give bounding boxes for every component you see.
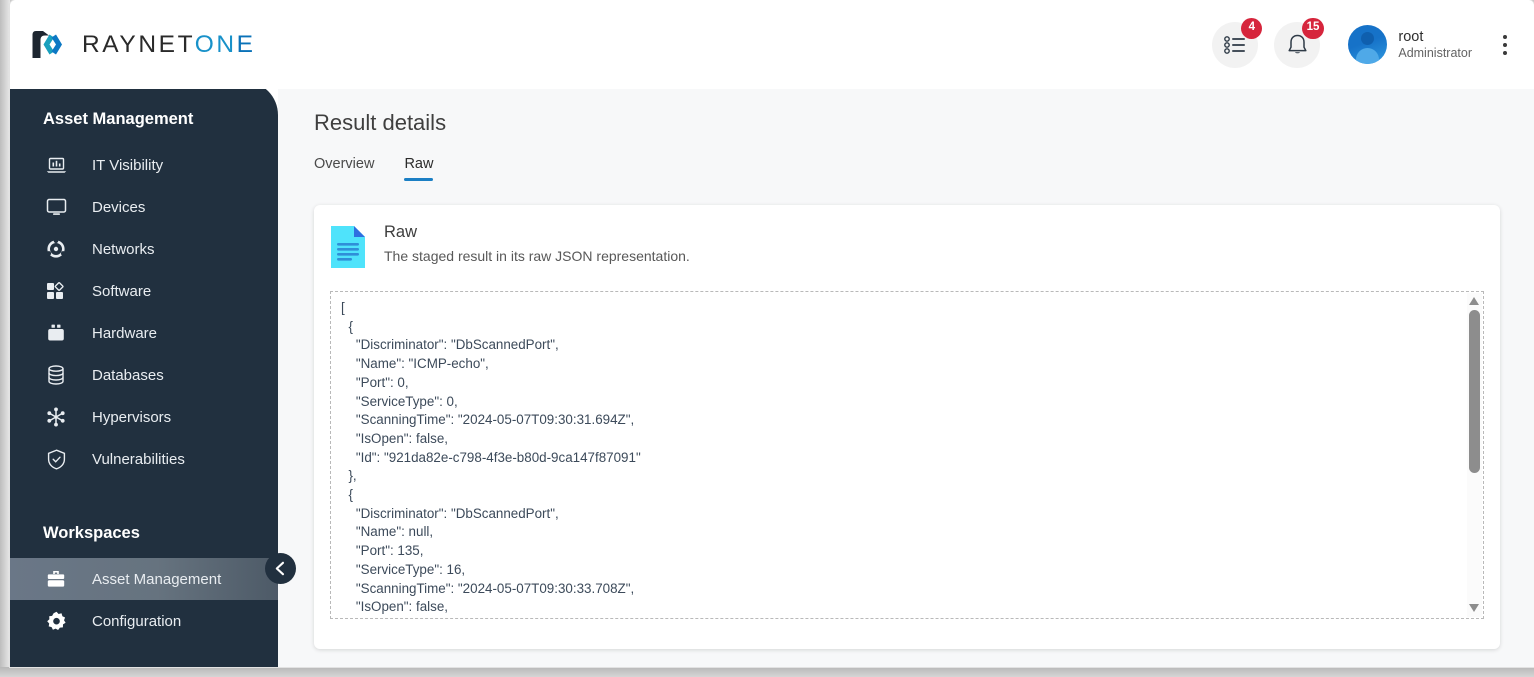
brand-name-part3: E bbox=[236, 30, 256, 58]
network-nodes-icon bbox=[45, 238, 67, 260]
sidebar-item-label: Hardware bbox=[92, 324, 158, 342]
detail-tabs: Overview Raw bbox=[314, 156, 1534, 181]
card-header: Raw The staged result in its raw JSON re… bbox=[314, 205, 1500, 269]
user-avatar-icon bbox=[1348, 25, 1388, 64]
brand-logo[interactable]: RAYNETONE bbox=[32, 29, 256, 60]
squares-diamond-icon bbox=[45, 280, 67, 302]
sidebar-item-label: Software bbox=[92, 282, 152, 300]
app-window: RAYNETONE 4 15 root Administrator Asset … bbox=[10, 0, 1534, 667]
toolbox-icon bbox=[45, 322, 67, 344]
sidebar-item-networks[interactable]: Networks bbox=[10, 228, 278, 270]
raw-json-viewer[interactable]: [ { "Discriminator": "DbScannedPort", "N… bbox=[330, 291, 1484, 619]
sidebar-item-configuration[interactable]: Configuration bbox=[10, 600, 278, 642]
scrollbar-thumb[interactable] bbox=[1469, 310, 1480, 473]
sidebar-section-asset-management: Asset Management bbox=[43, 109, 194, 128]
sidebar-item-label: Asset Management bbox=[92, 570, 222, 588]
shield-check-icon bbox=[45, 448, 67, 470]
sidebar-item-label: Hypervisors bbox=[92, 408, 172, 426]
sidebar-item-label: Configuration bbox=[92, 612, 182, 630]
gear-icon bbox=[45, 610, 67, 632]
user-menu[interactable]: root Administrator bbox=[1348, 25, 1472, 64]
sidebar-item-vulnerabilities[interactable]: Vulnerabilities bbox=[10, 438, 278, 480]
kebab-dot bbox=[1503, 42, 1507, 47]
sidebar-item-devices[interactable]: Devices bbox=[10, 186, 278, 228]
raw-json-content: [ { "Discriminator": "DbScannedPort", "N… bbox=[341, 300, 641, 618]
user-info: root Administrator bbox=[1398, 28, 1472, 62]
main-content: Result details Overview Raw Raw The stag… bbox=[278, 81, 1534, 667]
card-header-text: Raw The staged result in its raw JSON re… bbox=[384, 223, 690, 264]
monitor-icon bbox=[45, 196, 67, 218]
tab-overview[interactable]: Overview bbox=[314, 156, 374, 181]
sidebar-item-label: Devices bbox=[92, 198, 146, 216]
sidebar-item-label: Vulnerabilities bbox=[92, 450, 185, 468]
sidebar-item-it-visibility[interactable]: IT Visibility bbox=[10, 144, 278, 186]
card-title: Raw bbox=[384, 223, 418, 241]
brand-name-part1: RAYNET bbox=[82, 30, 195, 58]
tasks-button[interactable]: 4 bbox=[1212, 17, 1263, 68]
notifications-button[interactable]: 15 bbox=[1274, 17, 1325, 68]
sidebar-item-asset-management[interactable]: Asset Management bbox=[10, 558, 278, 600]
kebab-menu-icon[interactable] bbox=[1494, 28, 1516, 62]
page-title: Result details bbox=[314, 110, 447, 135]
json-scrollbar[interactable] bbox=[1467, 293, 1482, 617]
window-left-edge bbox=[0, 0, 10, 677]
raynet-logo-icon bbox=[32, 31, 62, 58]
header-actions: 4 15 root Administrator bbox=[1212, 17, 1516, 68]
sidebar-item-hardware[interactable]: Hardware bbox=[10, 312, 278, 354]
kebab-dot bbox=[1503, 34, 1507, 39]
user-role: Administrator bbox=[1398, 45, 1472, 60]
top-header-bar: RAYNETONE 4 15 root Administrator bbox=[10, 0, 1534, 89]
scroll-up-arrow-icon[interactable] bbox=[1469, 297, 1480, 306]
tasks-badge: 4 bbox=[1241, 17, 1263, 39]
document-json-icon bbox=[331, 226, 365, 268]
sidebar-item-hypervisors[interactable]: Hypervisors bbox=[10, 396, 278, 438]
database-icon bbox=[45, 364, 67, 386]
brand-name: RAYNETONE bbox=[82, 31, 256, 59]
card-subtitle: The staged result in its raw JSON repres… bbox=[384, 247, 690, 264]
scroll-down-arrow-icon[interactable] bbox=[1469, 604, 1480, 613]
snowflake-node-icon bbox=[45, 406, 67, 428]
brand-name-part2: ON bbox=[194, 30, 237, 58]
sidebar-item-label: Networks bbox=[92, 240, 155, 258]
task-list-icon bbox=[1224, 35, 1246, 54]
window-bottom-edge bbox=[0, 667, 1534, 677]
chevron-left-icon bbox=[275, 561, 285, 576]
briefcase-icon bbox=[45, 568, 67, 590]
notifications-badge: 15 bbox=[1301, 17, 1325, 39]
laptop-chart-icon bbox=[45, 154, 67, 176]
kebab-dot bbox=[1503, 50, 1507, 55]
user-name: root bbox=[1398, 28, 1424, 45]
tab-raw[interactable]: Raw bbox=[404, 156, 434, 181]
sidebar-item-software[interactable]: Software bbox=[10, 270, 278, 312]
raw-result-card: Raw The staged result in its raw JSON re… bbox=[314, 205, 1500, 649]
main-sidebar: Asset Management IT Visibility Devices N… bbox=[10, 81, 278, 667]
sidebar-section-workspaces: Workspaces bbox=[43, 523, 140, 542]
sidebar-item-databases[interactable]: Databases bbox=[10, 354, 278, 396]
sidebar-collapse-button[interactable] bbox=[265, 553, 296, 584]
sidebar-item-label: Databases bbox=[92, 366, 164, 384]
sidebar-item-label: IT Visibility bbox=[92, 156, 164, 174]
